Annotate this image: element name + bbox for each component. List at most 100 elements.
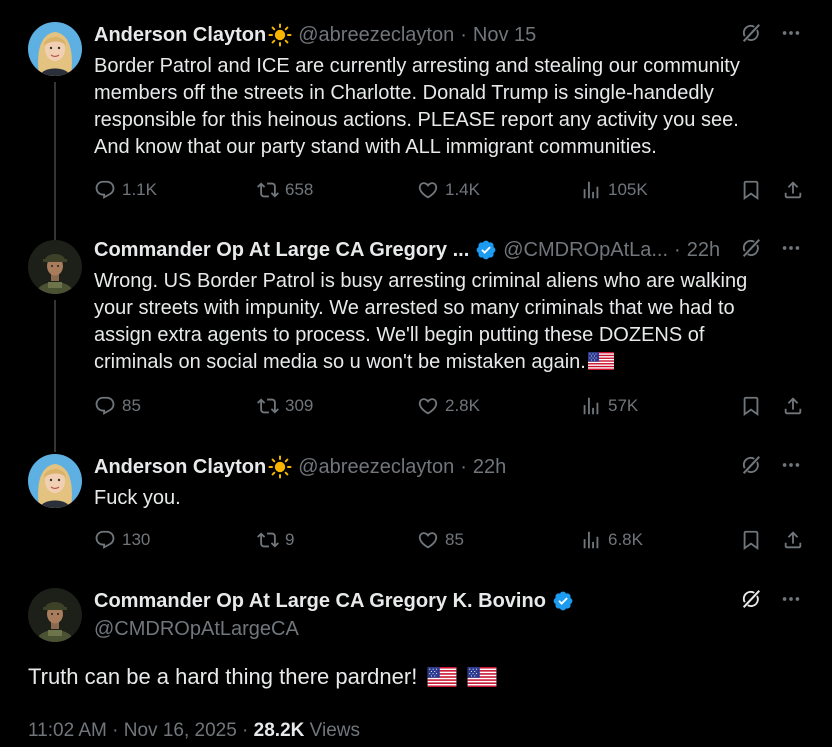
like-count: 2.8K: [445, 396, 480, 415]
tweet-text: Fuck you.: [94, 485, 802, 512]
heart-icon: [417, 395, 439, 417]
tweet-text-line: members off the streets in Charlotte. Do…: [94, 82, 714, 104]
tweet-actions: 85 309 2.8K 57K: [94, 395, 806, 421]
reply-count: 130: [122, 530, 151, 549]
author-handle[interactable]: @abreezeclayton: [298, 24, 454, 47]
author-name[interactable]: Anderson Clayton: [94, 456, 266, 479]
bookmark-button[interactable]: [740, 179, 762, 201]
tweet-meta: 11:02 AM · Nov 16, 2025 · 28.2K Views: [28, 720, 360, 742]
bookmark-icon: [740, 395, 762, 417]
reply-count: 85: [122, 396, 141, 415]
views-count: 6.8K: [608, 530, 643, 549]
tweet[interactable]: Anderson Clayton @abreezeclayton · Nov 1…: [0, 0, 832, 230]
tweet[interactable]: Anderson Clayton @abreezeclayton · 22h F…: [0, 450, 832, 580]
like-button[interactable]: 85: [417, 529, 464, 551]
avatar[interactable]: [28, 22, 82, 76]
views-count: 105K: [608, 180, 648, 199]
author-name[interactable]: Commander Op At Large CA Gregory K. Bovi…: [94, 590, 546, 613]
timestamp[interactable]: 11:02 AM · Nov 16, 2025 ·: [28, 720, 254, 741]
share-button[interactable]: [782, 395, 804, 417]
share-button[interactable]: [782, 529, 804, 551]
share-icon: [782, 529, 804, 551]
more-icon[interactable]: [780, 22, 802, 44]
like-button[interactable]: 1.4K: [417, 179, 480, 201]
reply-button[interactable]: 85: [94, 395, 141, 417]
share-icon: [782, 179, 804, 201]
views-button[interactable]: 105K: [580, 179, 648, 201]
more-icon[interactable]: [780, 454, 802, 476]
tweet-text-line: criminals on social media so u won't be …: [94, 349, 802, 376]
share-button[interactable]: [782, 179, 804, 201]
tweet-header: Anderson Clayton @abreezeclayton · 22h: [94, 454, 802, 480]
sun-emoji-icon: [268, 23, 292, 47]
share-icon: [782, 395, 804, 417]
repost-count: 658: [285, 180, 314, 199]
verified-badge-icon: [552, 590, 574, 612]
author-handle[interactable]: @CMDROpAtLa...: [503, 239, 668, 262]
bookmark-icon: [740, 529, 762, 551]
repost-button[interactable]: 658: [257, 179, 313, 201]
tweet-text: Truth can be a hard thing there pardner!: [28, 664, 497, 690]
author-handle[interactable]: @abreezeclayton: [298, 456, 454, 479]
like-count: 1.4K: [445, 180, 480, 199]
us-flag-emoji-icon: [588, 352, 614, 370]
repost-icon: [257, 529, 279, 551]
views-icon: [580, 529, 602, 551]
bookmark-button[interactable]: [740, 395, 762, 417]
tweet-text-line: And know that our party stand with ALL i…: [94, 136, 657, 158]
reply-button[interactable]: 1.1K: [94, 179, 157, 201]
tweet-text-line: your streets with impunity. We arrested …: [94, 297, 735, 319]
tweet-text-fragment: criminals on social media so u won't be …: [94, 351, 586, 373]
reply-count: 1.1K: [122, 180, 157, 199]
grok-icon[interactable]: [740, 237, 762, 259]
more-icon[interactable]: [780, 588, 802, 610]
bookmark-button[interactable]: [740, 529, 762, 551]
tweet-time[interactable]: 22h: [687, 239, 720, 262]
avatar[interactable]: [28, 588, 82, 642]
reply-button[interactable]: 130: [94, 529, 150, 551]
repost-button[interactable]: 309: [257, 395, 313, 417]
reply-icon: [94, 529, 116, 551]
tweet-text-line: Fuck you.: [94, 487, 181, 509]
tweet-header: Anderson Clayton @abreezeclayton · Nov 1…: [94, 22, 802, 48]
tweet-time[interactable]: 22h: [473, 456, 506, 479]
tweet-actions: 130 9 85 6.8K: [94, 529, 806, 555]
grok-icon[interactable]: [740, 22, 762, 44]
bookmark-icon: [740, 179, 762, 201]
tweet-text: Border Patrol and ICE are currently arre…: [94, 53, 802, 161]
views-button[interactable]: 6.8K: [580, 529, 643, 551]
tweet-text-line: assign extra agents to process. We'll be…: [94, 324, 705, 346]
views-total: 28.2K: [253, 720, 305, 741]
author-name[interactable]: Commander Op At Large CA Gregory ...: [94, 239, 469, 262]
views-icon: [580, 179, 602, 201]
reply-icon: [94, 395, 116, 417]
tweet-time[interactable]: Nov 15: [473, 24, 536, 47]
repost-icon: [257, 395, 279, 417]
tweet-header: Commander Op At Large CA Gregory K. Bovi…: [94, 588, 802, 614]
views-count: 57K: [608, 396, 639, 415]
grok-icon[interactable]: [740, 588, 762, 610]
views-icon: [580, 395, 602, 417]
author-name[interactable]: Anderson Clayton: [94, 24, 266, 47]
tweet-actions: 1.1K 658 1.4K 105K: [94, 179, 806, 205]
separator: ·: [674, 238, 681, 261]
author-handle[interactable]: @CMDROpAtLargeCA: [94, 618, 299, 641]
grok-icon[interactable]: [740, 454, 762, 476]
separator: ·: [460, 23, 467, 46]
more-icon[interactable]: [780, 237, 802, 259]
verified-badge-icon: [475, 239, 497, 261]
like-button[interactable]: 2.8K: [417, 395, 480, 417]
repost-count: 9: [285, 530, 295, 549]
avatar[interactable]: [28, 240, 82, 294]
avatar[interactable]: [28, 454, 82, 508]
reply-icon: [94, 179, 116, 201]
heart-icon: [417, 179, 439, 201]
repost-count: 309: [285, 396, 314, 415]
views-button[interactable]: 57K: [580, 395, 638, 417]
us-flag-emoji-icon: [467, 667, 497, 687]
tweet[interactable]: Commander Op At Large CA Gregory ... @CM…: [0, 230, 832, 450]
heart-icon: [417, 529, 439, 551]
repost-button[interactable]: 9: [257, 529, 294, 551]
tweet-text-line: Border Patrol and ICE are currently arre…: [94, 55, 740, 77]
tweet-header: Commander Op At Large CA Gregory ... @CM…: [94, 237, 802, 263]
